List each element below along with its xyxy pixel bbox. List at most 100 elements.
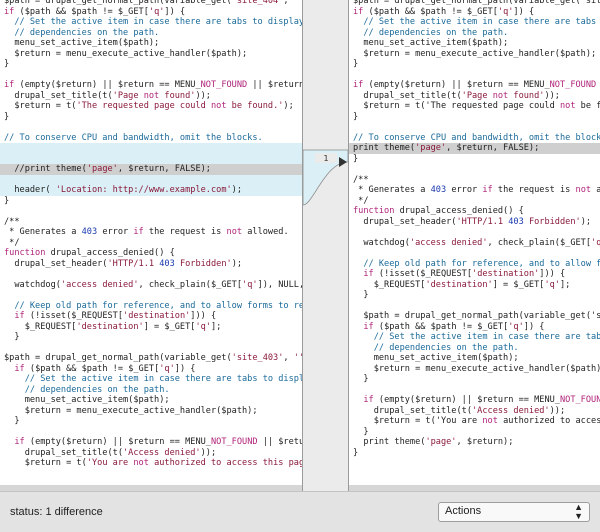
left-code-line[interactable]: $return = t('The requested page could no…	[0, 101, 302, 112]
left-code-line[interactable]: }	[0, 332, 302, 343]
left-code-line[interactable]: if (empty($return) || $return == MENU_NO…	[0, 80, 302, 91]
right-code-line[interactable]	[349, 385, 600, 396]
left-code-line[interactable]: * Generates a 403 error if the request i…	[0, 227, 302, 238]
right-code-line[interactable]: }	[349, 427, 600, 438]
left-code-line[interactable]	[0, 153, 302, 164]
right-code-line[interactable]: }	[349, 448, 600, 459]
right-code-line[interactable]: if ($path && $path != $_GET['q']) {	[349, 7, 600, 18]
right-code-line[interactable]: $return = t('You are not authorized to a…	[349, 416, 600, 427]
right-code-line[interactable]: $return = t('The requested page could no…	[349, 101, 600, 112]
left-code-line[interactable]: // dependencies on the path.	[0, 385, 302, 396]
left-code-line[interactable]: //print theme('page', $return, FALSE);	[0, 164, 302, 175]
left-code-line[interactable]: $path = drupal_get_normal_path(variable_…	[0, 353, 302, 364]
left-code-line[interactable]: }	[0, 416, 302, 427]
right-code-line[interactable]: drupal_set_header('HTTP/1.1 403 Forbidde…	[349, 217, 600, 228]
left-file-pane[interactable]: $path = drupal_get_normal_path(variable_…	[0, 0, 303, 491]
right-code-line[interactable]: drupal_set_title(t('Page not found'));	[349, 91, 600, 102]
status-text: status: 1 difference	[10, 506, 103, 518]
actions-label: Actions	[445, 505, 482, 517]
right-code-line[interactable]: menu_set_active_item($path);	[349, 38, 600, 49]
left-code-line[interactable]: $return = menu_execute_active_handler($p…	[0, 406, 302, 417]
right-code-line[interactable]: print theme('page', $return);	[349, 437, 600, 448]
right-code-line[interactable]	[349, 164, 600, 175]
left-code-line[interactable]: }	[0, 59, 302, 70]
right-file-pane[interactable]: $path = drupal_get_normal_path(variable_…	[348, 0, 600, 491]
right-code-line[interactable]: $return = menu_execute_active_handler($p…	[349, 49, 600, 60]
left-code-line[interactable]	[0, 70, 302, 81]
right-code-line[interactable]: * Generates a 403 error if the request i…	[349, 185, 600, 196]
right-code-view[interactable]: $path = drupal_get_normal_path(variable_…	[349, 0, 600, 458]
diff-gutter: 1	[303, 0, 348, 491]
right-code-line[interactable]: if (!isset($_REQUEST['destination'])) {	[349, 269, 600, 280]
left-code-line[interactable]	[0, 174, 302, 185]
left-code-line[interactable]: menu_set_active_item($path);	[0, 38, 302, 49]
left-code-line[interactable]	[0, 290, 302, 301]
right-code-line[interactable]: if (empty($return) || $return == MENU_NO…	[349, 395, 600, 406]
right-code-line[interactable]: $path = drupal_get_normal_path(variable_…	[349, 0, 600, 7]
right-code-line[interactable]: }	[349, 290, 600, 301]
left-code-line[interactable]: header( 'Location: http://www.example.co…	[0, 185, 302, 196]
right-code-line[interactable]	[349, 122, 600, 133]
left-code-line[interactable]: menu_set_active_item($path);	[0, 395, 302, 406]
right-code-line[interactable]: }	[349, 59, 600, 70]
right-code-line[interactable]: menu_set_active_item($path);	[349, 353, 600, 364]
right-code-line[interactable]: // Set the active item in case there are…	[349, 332, 600, 343]
left-code-line[interactable]: $_REQUEST['destination'] = $_GET['q'];	[0, 322, 302, 333]
right-code-line[interactable]: /**	[349, 175, 600, 186]
left-code-line[interactable]	[0, 206, 302, 217]
diff-connector: 1	[303, 149, 348, 206]
right-code-line[interactable]: if (empty($return) || $return == MENU_NO…	[349, 80, 600, 91]
left-code-line[interactable]: /**	[0, 217, 302, 228]
left-code-line[interactable]: // Set the active item in case there are…	[0, 374, 302, 385]
right-code-line[interactable]: }	[349, 154, 600, 165]
right-code-line[interactable]: $return = menu_execute_active_handler($p…	[349, 364, 600, 375]
updown-arrows-icon: ▲ ▼	[574, 502, 583, 521]
left-code-line[interactable]	[0, 122, 302, 133]
right-code-line[interactable]: function drupal_access_denied() {	[349, 206, 600, 217]
left-code-line[interactable]: // To conserve CPU and bandwidth, omit t…	[0, 133, 302, 144]
left-code-line[interactable]: }	[0, 112, 302, 123]
left-code-line[interactable]: if (empty($return) || $return == MENU_NO…	[0, 437, 302, 448]
left-code-line[interactable]: drupal_set_title(t('Access denied'));	[0, 448, 302, 459]
left-code-line[interactable]: // Set the active item in case there are…	[0, 17, 302, 28]
right-code-line[interactable]: print theme('page', $return, FALSE);	[349, 143, 600, 154]
diff-count-label: 1	[323, 154, 328, 163]
right-code-line[interactable]: $_REQUEST['destination'] = $_GET['q'];	[349, 280, 600, 291]
right-code-line[interactable]: watchdog('access denied', check_plain($_…	[349, 238, 600, 249]
left-code-line[interactable]: // dependencies on the path.	[0, 28, 302, 39]
right-code-line[interactable]: // Keep old path for reference, and to a…	[349, 259, 600, 270]
left-code-line[interactable]: watchdog('access denied', check_plain($_…	[0, 280, 302, 291]
left-code-line[interactable]: $return = t('You are not authorized to a…	[0, 458, 302, 469]
left-code-line[interactable]: */	[0, 238, 302, 249]
right-code-line[interactable]	[349, 227, 600, 238]
right-code-line[interactable]: // Set the active item in case there are…	[349, 17, 600, 28]
left-code-line[interactable]	[0, 143, 302, 154]
right-code-line[interactable]: // dependencies on the path.	[349, 28, 600, 39]
left-code-line[interactable]: drupal_set_title(t('Page not found'));	[0, 91, 302, 102]
left-code-view[interactable]: $path = drupal_get_normal_path(variable_…	[0, 0, 302, 469]
right-code-line[interactable]: */	[349, 196, 600, 207]
left-code-line[interactable]	[0, 269, 302, 280]
left-code-line[interactable]: }	[0, 196, 302, 207]
right-code-line[interactable]: // To conserve CPU and bandwidth, omit t…	[349, 133, 600, 144]
left-code-line[interactable]: $return = menu_execute_active_handler($p…	[0, 49, 302, 60]
left-code-line[interactable]: function drupal_access_denied() {	[0, 248, 302, 259]
right-code-line[interactable]: }	[349, 374, 600, 385]
left-code-line[interactable]	[0, 427, 302, 438]
left-code-line[interactable]: // Keep old path for reference, and to a…	[0, 301, 302, 312]
left-code-line[interactable]: if ($path && $path != $_GET['q']) {	[0, 364, 302, 375]
actions-dropdown[interactable]: Actions ▲ ▼	[438, 502, 590, 522]
right-code-line[interactable]: $path = drupal_get_normal_path(variable_…	[349, 311, 600, 322]
right-code-line[interactable]: // dependencies on the path.	[349, 343, 600, 354]
left-code-line[interactable]: if (!isset($_REQUEST['destination'])) {	[0, 311, 302, 322]
right-code-line[interactable]	[349, 70, 600, 81]
right-code-line[interactable]: drupal_set_title(t('Access denied'));	[349, 406, 600, 417]
right-code-line[interactable]	[349, 248, 600, 259]
right-code-line[interactable]: if ($path && $path != $_GET['q']) {	[349, 322, 600, 333]
left-code-line[interactable]	[0, 343, 302, 354]
status-bar: status: 1 difference Actions ▲ ▼	[0, 491, 600, 532]
right-code-line[interactable]: }	[349, 112, 600, 123]
left-code-line[interactable]: if ($path && $path != $_GET['q']) {	[0, 7, 302, 18]
right-code-line[interactable]	[349, 301, 600, 312]
left-code-line[interactable]: drupal_set_header('HTTP/1.1 403 Forbidde…	[0, 259, 302, 270]
